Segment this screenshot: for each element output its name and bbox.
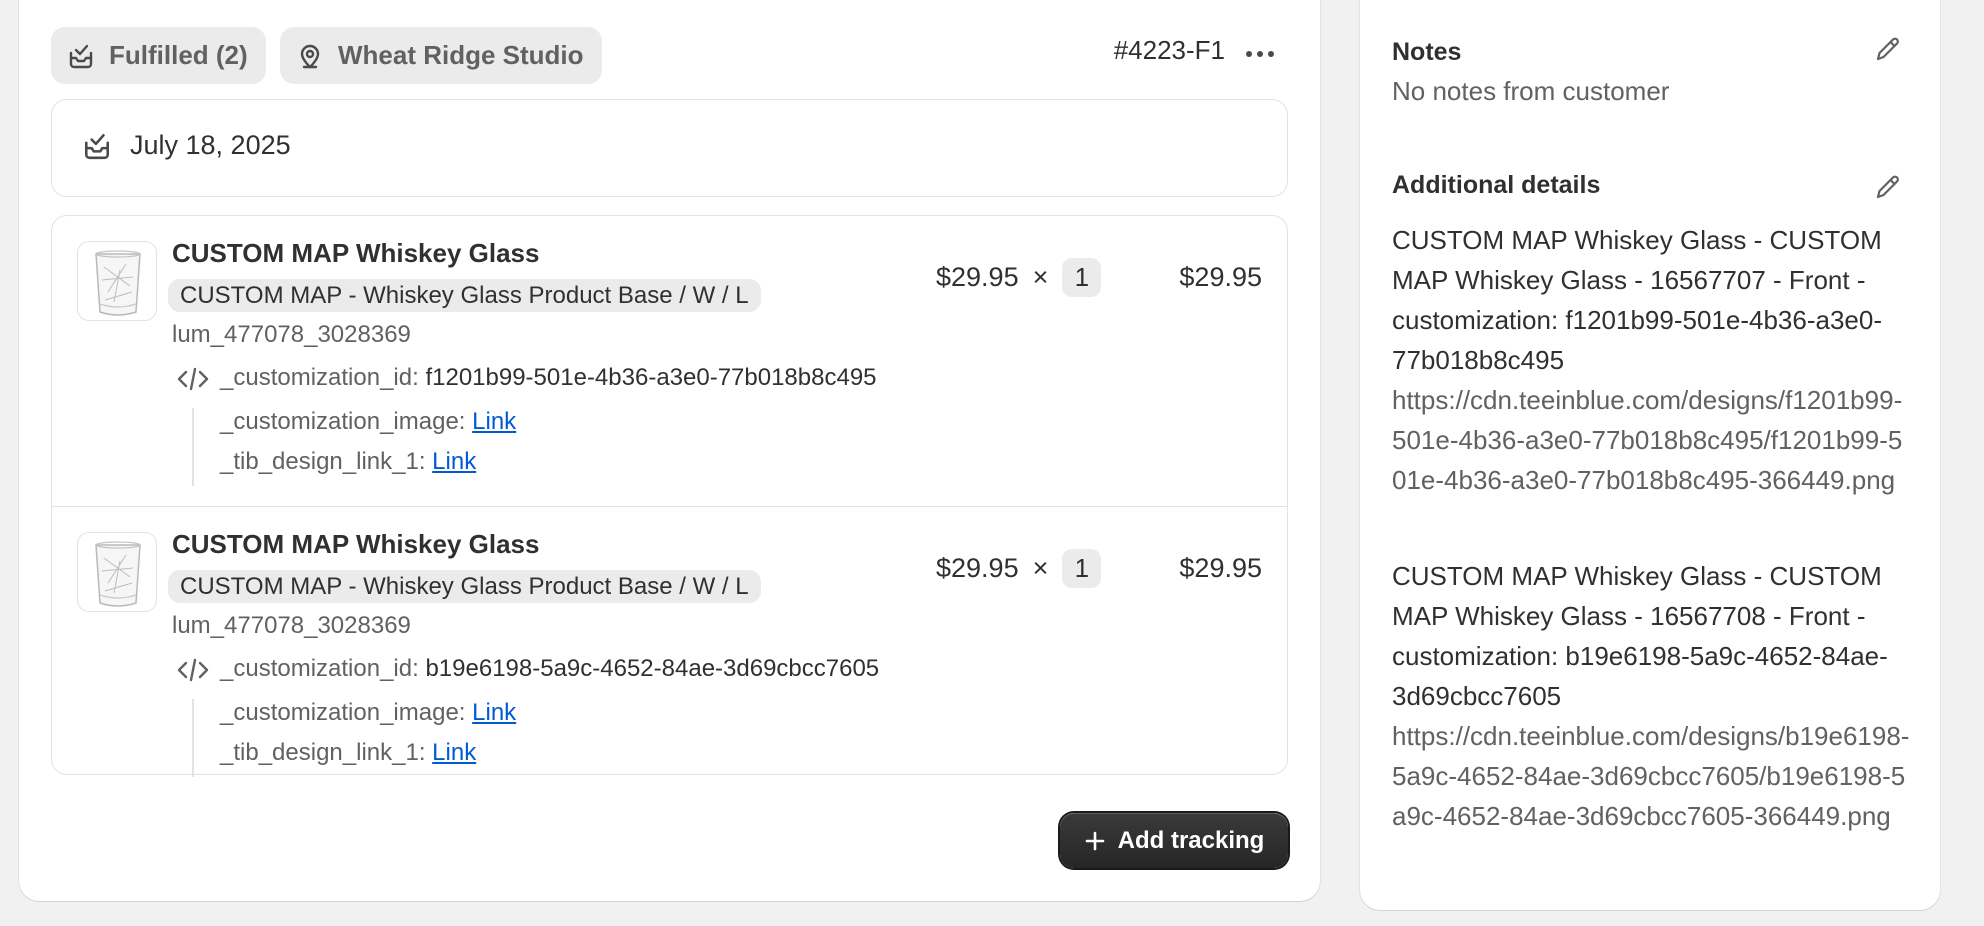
properties-divider <box>192 408 194 486</box>
customization-image-label: _customization_image: <box>220 408 466 435</box>
fulfillment-status-badge: Fulfilled (2) <box>51 27 266 84</box>
customization-image-label: _customization_image: <box>220 699 466 726</box>
customization-id-label: _customization_id: <box>220 364 419 391</box>
design-link-label: _tib_design_link_1: <box>220 739 426 766</box>
customization-image-link[interactable]: Link <box>472 699 516 726</box>
customization-id-value: b19e6198-5a9c-4652-84ae-3d69cbcc7605 <box>425 655 880 682</box>
pencil-icon[interactable] <box>1872 33 1904 65</box>
line-item: CUSTOM MAP Whiskey Glass CUSTOM MAP - Wh… <box>52 506 1287 796</box>
customization-image-link[interactable]: Link <box>472 408 516 435</box>
code-icon <box>177 367 209 391</box>
additional-detail-entry: CUSTOM MAP Whiskey Glass - CUSTOM MAP Wh… <box>1392 556 1912 836</box>
sku: lum_477078_3028369 <box>172 612 411 639</box>
pencil-icon[interactable] <box>1872 171 1904 203</box>
quantity-badge: 1 <box>1062 258 1102 297</box>
fulfillment-date: July 18, 2025 <box>130 130 291 160</box>
fulfillment-card: Fulfilled (2) Wheat Ridge Studio #4223-F… <box>19 0 1320 901</box>
product-title[interactable]: CUSTOM MAP Whiskey Glass <box>172 529 539 560</box>
notes-empty-state: No notes from customer <box>1392 76 1670 106</box>
product-thumbnail[interactable] <box>77 241 157 321</box>
design-link-row: _tib_design_link_1: Link <box>220 448 476 476</box>
more-actions-button[interactable] <box>1237 31 1283 77</box>
detail-url: https://cdn.teeinblue.com/designs/b19e61… <box>1392 721 1910 831</box>
notes-card: Notes No notes from customer Additional … <box>1360 0 1940 910</box>
customization-id-row: _customization_id: b19e6198-5a9c-4652-84… <box>220 655 879 683</box>
sku: lum_477078_3028369 <box>172 321 411 348</box>
times-sign: × <box>1032 262 1049 292</box>
additional-details-title: Additional details <box>1392 171 1601 199</box>
unit-price: $29.95 <box>936 553 1019 583</box>
design-link[interactable]: Link <box>432 739 476 766</box>
notes-title: Notes <box>1392 38 1462 66</box>
more-horizontal-icon <box>1246 51 1252 57</box>
line-items-list: CUSTOM MAP Whiskey Glass CUSTOM MAP - Wh… <box>51 215 1288 777</box>
line-total: $29.95 <box>1179 262 1262 292</box>
product-title[interactable]: CUSTOM MAP Whiskey Glass <box>172 238 539 269</box>
fulfillment-status-label: Fulfilled (2) <box>109 40 248 70</box>
customization-id-value: f1201b99-501e-4b36-a3e0-77b018b8c495 <box>425 364 877 391</box>
fulfilled-icon <box>69 44 93 68</box>
whiskey-glass-image <box>95 250 141 316</box>
product-thumbnail[interactable] <box>77 532 157 612</box>
location-pin-icon <box>300 44 320 68</box>
additional-detail-entry: CUSTOM MAP Whiskey Glass - CUSTOM MAP Wh… <box>1392 220 1912 500</box>
quantity-badge: 1 <box>1062 549 1102 588</box>
unit-price-row: $29.95 × 1 <box>936 258 1102 297</box>
code-icon <box>177 658 209 682</box>
whiskey-glass-image <box>95 541 141 607</box>
customization-image-row: _customization_image: Link <box>220 408 516 436</box>
line-item: CUSTOM MAP Whiskey Glass CUSTOM MAP - Wh… <box>52 216 1287 506</box>
line-total: $29.95 <box>1179 553 1262 583</box>
variant-badge: CUSTOM MAP - Whiskey Glass Product Base … <box>168 279 761 312</box>
add-tracking-label: Add tracking <box>1117 826 1265 854</box>
design-link-label: _tib_design_link_1: <box>220 448 426 475</box>
detail-text: CUSTOM MAP Whiskey Glass - CUSTOM MAP Wh… <box>1392 561 1888 711</box>
fulfillment-number: #4223-F1 <box>1113 35 1225 65</box>
design-link-row: _tib_design_link_1: Link <box>220 739 476 767</box>
fulfillment-date-row: July 18, 2025 <box>82 130 291 161</box>
plus-icon <box>1085 831 1104 850</box>
fulfillment-location-badge: Wheat Ridge Studio <box>280 27 602 84</box>
fulfillment-date-panel: July 18, 2025 <box>51 99 1288 197</box>
fulfillment-location-label: Wheat Ridge Studio <box>338 40 584 70</box>
variant-badge: CUSTOM MAP - Whiskey Glass Product Base … <box>168 570 761 603</box>
detail-text: CUSTOM MAP Whiskey Glass - CUSTOM MAP Wh… <box>1392 225 1883 375</box>
design-link[interactable]: Link <box>432 448 476 475</box>
times-sign: × <box>1032 553 1049 583</box>
unit-price-row: $29.95 × 1 <box>936 549 1102 588</box>
fulfilled-icon <box>85 133 110 159</box>
add-tracking-button[interactable]: Add tracking <box>1060 813 1288 868</box>
unit-price: $29.95 <box>936 262 1019 292</box>
customization-id-row: _customization_id: f1201b99-501e-4b36-a3… <box>220 364 877 392</box>
detail-url: https://cdn.teeinblue.com/designs/f1201b… <box>1392 385 1903 495</box>
customization-id-label: _customization_id: <box>220 655 419 682</box>
customization-image-row: _customization_image: Link <box>220 699 516 727</box>
properties-divider <box>192 699 194 777</box>
